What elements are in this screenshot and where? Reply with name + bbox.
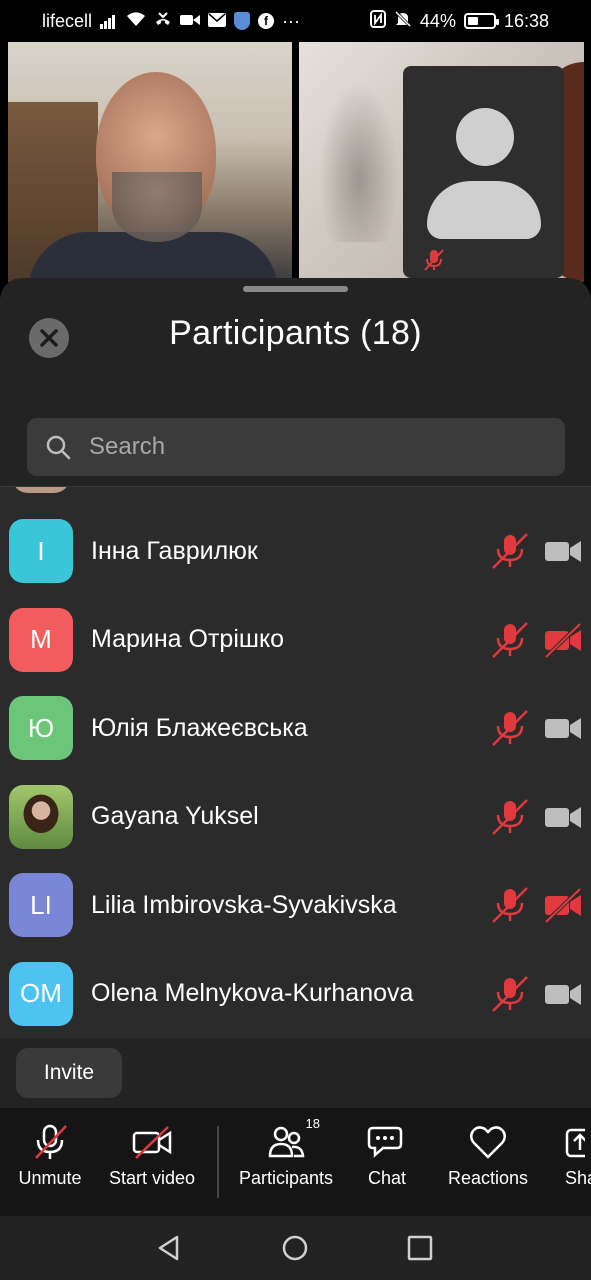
search-bar[interactable] (27, 418, 565, 476)
participant-row[interactable]: Gayana Yuksel (0, 773, 591, 861)
mic-off-icon (492, 710, 528, 746)
participant-row[interactable]: LI Lilia Imbirovska-Syvakivska (0, 861, 591, 949)
signal-icon (100, 13, 118, 29)
camera-off-icon (544, 887, 582, 924)
share-button[interactable]: Sha (545, 1122, 591, 1189)
mic-off-icon (492, 533, 528, 569)
recents-icon[interactable] (407, 1235, 433, 1261)
avatar: М (9, 607, 73, 672)
system-navigation-bar (0, 1216, 591, 1280)
participant-name: Gayana Yuksel (91, 802, 259, 830)
search-input[interactable] (89, 433, 529, 461)
meeting-toolbar: Unmute Start video 18 Participants Chat (0, 1108, 591, 1216)
mic-off-icon (35, 1124, 67, 1159)
facebook-icon: f (258, 13, 275, 29)
avatar: I (9, 519, 73, 583)
carrier-label: lifecell (42, 10, 93, 31)
participants-icon (268, 1126, 305, 1158)
search-icon (46, 435, 71, 460)
home-icon[interactable] (281, 1234, 309, 1262)
reactions-button[interactable]: Reactions (433, 1122, 543, 1189)
camera-off-icon (544, 622, 582, 658)
invite-button[interactable]: Invite (16, 1048, 122, 1098)
mic-off-icon (424, 249, 444, 271)
nfc-icon (369, 9, 386, 33)
battery-icon (463, 13, 499, 29)
avatar: LI (9, 873, 73, 937)
back-icon[interactable] (155, 1234, 183, 1262)
chat-button[interactable]: Chat (332, 1122, 442, 1189)
participant-row[interactable]: I Інна Гаврилюк (0, 507, 591, 595)
participant-name: Інна Гаврилюк (91, 536, 258, 565)
mic-off-icon (492, 621, 528, 658)
vpn-shield-icon (234, 12, 251, 30)
drag-handle[interactable] (243, 286, 348, 292)
chat-icon (367, 1126, 403, 1158)
participant-name: Марина Отрішко (91, 625, 285, 653)
start-video-button[interactable]: Start video (97, 1122, 207, 1189)
unmute-button[interactable]: Unmute (0, 1122, 105, 1189)
video-area (0, 42, 591, 292)
camera-icon (545, 983, 581, 1005)
camera-icon (545, 806, 581, 828)
participant-row[interactable]: OM Olena Melnykova-Kurhanova (0, 950, 591, 1038)
participant-name: Юлія Блажеєвська (91, 713, 308, 742)
battery-percent: 44% (419, 10, 456, 31)
share-icon (565, 1128, 585, 1158)
clock: 16:38 (503, 10, 549, 31)
more-notifications-icon: ··· (282, 10, 301, 31)
participant-list[interactable]: I Інна Гаврилюк М Марина Отрішко Ю Юлія Бла… (0, 487, 591, 1038)
mail-icon (208, 11, 227, 32)
camera-off-icon (132, 1126, 172, 1159)
avatar: OM (9, 961, 73, 1026)
participants-count-badge: 18 (305, 1116, 320, 1131)
sheet-footer: Invite (0, 1038, 591, 1108)
wifi-icon (126, 11, 146, 32)
video-status-icon (180, 11, 201, 32)
camera-icon (545, 541, 581, 562)
status-bar: lifecell f ··· 44% 16:38 (0, 0, 591, 42)
participant-name: Olena Melnykova-Kurhanova (91, 979, 414, 1007)
video-tile-participant-1[interactable] (8, 42, 292, 282)
participant-name: Lilia Imbirovska-Syvakivska (91, 890, 397, 919)
sheet-title: Participants (18) (169, 314, 422, 352)
avatar (12, 487, 70, 493)
participant-row[interactable]: Ю Юлія Блажеєвська (0, 684, 591, 772)
mic-off-icon (492, 798, 528, 835)
avatar: Ю (9, 696, 73, 760)
participants-sheet: Participants (18) I Інна Гаврилюк М Марина… (0, 278, 591, 1108)
participant-row[interactable]: М Марина Отрішко (0, 596, 591, 684)
self-view-tile[interactable] (403, 66, 564, 278)
mic-off-icon (492, 887, 528, 923)
heart-icon (470, 1126, 506, 1159)
do-not-disturb-icon (394, 10, 412, 33)
avatar-placeholder-icon (456, 108, 514, 166)
mic-off-icon (492, 975, 528, 1012)
avatar (9, 784, 73, 849)
camera-icon (545, 718, 581, 739)
participants-button[interactable]: 18 Participants (231, 1116, 341, 1189)
missed-call-icon (154, 11, 172, 32)
